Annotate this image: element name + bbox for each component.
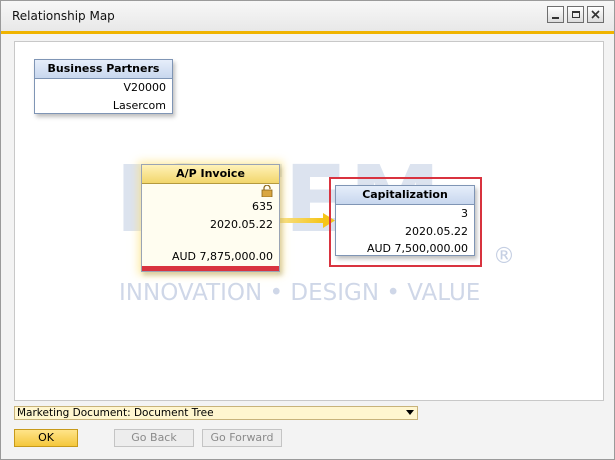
business-partners-card[interactable]: Business Partners V20000 Lasercom [34,59,173,114]
title-bar: Relationship Map [1,1,614,34]
card-title: Capitalization [336,186,474,205]
relationship-map-window: Relationship Map ISTEM ® INNOVATION • DE… [0,0,615,460]
ok-button[interactable]: OK [14,429,78,447]
bp-code: V20000 [123,81,166,94]
relationship-map-canvas: ISTEM ® INNOVATION • DESIGN • VALUE Busi… [14,41,604,401]
lock-icon [261,185,273,197]
minimize-icon [552,16,559,19]
invoice-amount: AUD 7,875,000.00 [171,250,273,263]
ap-invoice-card[interactable]: A/P Invoice 635 2020.05.22 AUD 7,875,000… [141,164,280,272]
card-title: Business Partners [35,60,172,79]
close-icon [591,10,600,19]
minimize-button[interactable] [547,6,564,23]
card-title: A/P Invoice [142,165,279,184]
watermark-tagline: INNOVATION • DESIGN • VALUE [119,280,481,306]
maximize-button[interactable] [567,6,584,23]
watermark-registered: ® [493,244,515,269]
go-forward-button[interactable]: Go Forward [202,429,282,447]
chevron-down-icon[interactable] [406,410,414,415]
invoice-date: 2020.05.22 [210,218,273,231]
capitalization-date: 2020.05.22 [405,225,468,238]
go-back-button[interactable]: Go Back [114,429,194,447]
capitalization-number: 3 [461,207,468,220]
dropdown-value: Marketing Document: Document Tree [17,407,214,419]
invoice-status-bar [142,266,279,271]
capitalization-card[interactable]: Capitalization 3 2020.05.22 AUD 7,500,00… [335,185,475,256]
invoice-number: 635 [252,200,273,213]
close-button[interactable] [587,6,604,23]
window-title: Relationship Map [12,9,115,23]
invoice-icon-row [142,184,279,198]
bp-name: Lasercom [112,99,166,112]
view-type-dropdown[interactable]: Marketing Document: Document Tree [14,406,418,420]
capitalization-amount: AUD 7,500,000.00 [366,242,468,255]
maximize-icon [571,11,580,18]
